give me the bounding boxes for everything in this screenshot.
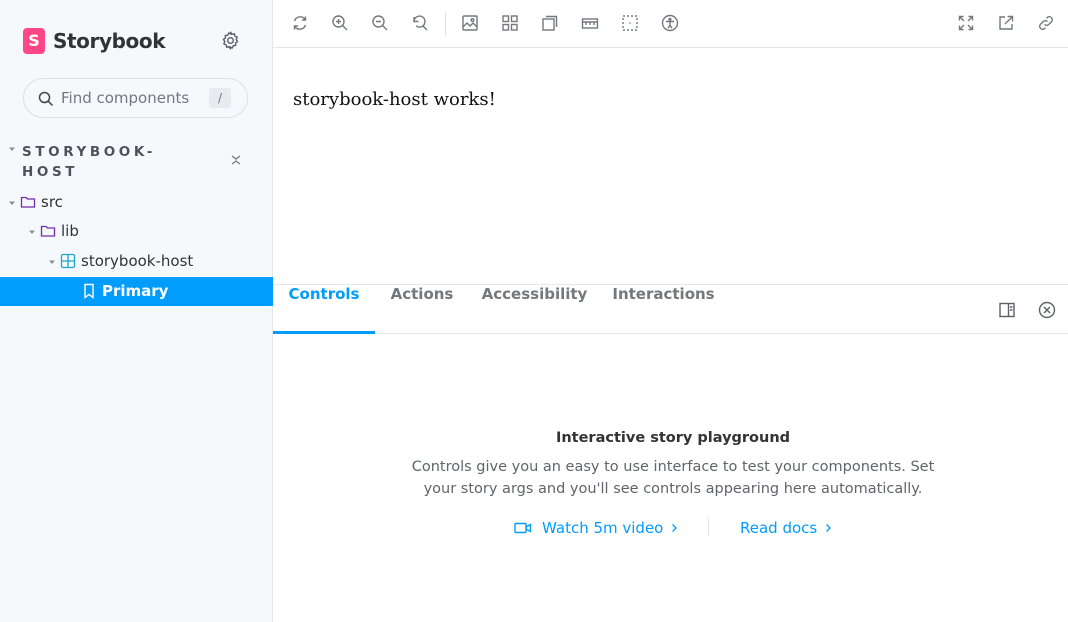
reload-icon[interactable] [289, 12, 311, 34]
tab-interactions[interactable]: Interactions [600, 285, 727, 334]
background-icon[interactable] [459, 12, 481, 34]
empty-state-description: Controls give you an easy to use interfa… [411, 459, 935, 497]
toolbar [273, 0, 1068, 48]
tree-item-label: Primary [102, 282, 169, 300]
tree-item-label: lib [61, 222, 79, 240]
empty-state-links: Watch 5m video Read docs [273, 517, 1068, 539]
storybook-logo-icon: S [23, 28, 45, 54]
tree-item-primary[interactable]: Primary [0, 277, 273, 306]
folder-icon [20, 196, 36, 208]
tree-item-label: storybook-host [81, 252, 194, 270]
sidebar: S Storybook / STORYBOOK-HOST src lib sto… [0, 0, 273, 622]
copy-link-icon[interactable] [1035, 12, 1057, 34]
zoom-out-icon[interactable] [369, 12, 391, 34]
empty-state-title: Interactive story playground [555, 430, 791, 446]
measure-icon[interactable] [579, 12, 601, 34]
section-header[interactable]: STORYBOOK-HOST [8, 142, 258, 184]
watch-video-label: Watch 5m video [542, 519, 664, 537]
chevron-right-icon [672, 524, 678, 532]
bookmark-icon [84, 283, 94, 299]
search-input[interactable] [61, 88, 211, 108]
story-preview: storybook-host works! [273, 48, 1068, 284]
watch-video-link[interactable]: Watch 5m video [514, 517, 679, 539]
zoom-in-icon[interactable] [329, 12, 351, 34]
collapse-all-icon[interactable] [230, 152, 242, 168]
search-icon [38, 91, 54, 107]
addons-panel: Controls Actions Accessibility Interacti… [273, 284, 1068, 622]
reset-zoom-icon[interactable] [409, 12, 431, 34]
panel-tabs: Controls Actions Accessibility Interacti… [273, 285, 1068, 334]
tab-actions[interactable]: Actions [375, 285, 469, 334]
tree-item-lib[interactable]: lib [0, 217, 273, 246]
component-icon [60, 253, 76, 269]
preview-content: storybook-host works! [293, 89, 496, 110]
grid-icon[interactable] [499, 12, 521, 34]
caret-down-icon [9, 201, 15, 205]
tree-item-storybook-host[interactable]: storybook-host [0, 247, 273, 276]
tab-accessibility[interactable]: Accessibility [469, 285, 600, 334]
brand-name: Storybook [53, 29, 166, 53]
viewport-icon[interactable] [539, 12, 561, 34]
search-box[interactable]: / [23, 78, 248, 118]
fullscreen-icon[interactable] [955, 12, 977, 34]
read-docs-label: Read docs [740, 519, 818, 537]
settings-gear-icon[interactable] [220, 30, 241, 51]
video-icon [514, 522, 532, 534]
read-docs-link[interactable]: Read docs [740, 517, 833, 539]
caret-down-icon [29, 230, 35, 234]
accessibility-icon[interactable] [659, 12, 681, 34]
section-title: STORYBOOK-HOST [22, 144, 156, 180]
caret-down-icon [49, 260, 55, 264]
search-shortcut-key: / [209, 88, 231, 108]
logo-letter: S [28, 31, 40, 50]
tab-controls[interactable]: Controls [273, 285, 375, 334]
close-panel-icon[interactable] [1038, 301, 1056, 319]
tree-item-src[interactable]: src [0, 188, 273, 217]
open-new-tab-icon[interactable] [995, 12, 1017, 34]
toolbar-divider [445, 12, 446, 36]
caret-down-icon [9, 147, 15, 151]
brand[interactable]: S Storybook [23, 27, 166, 55]
links-divider [708, 517, 709, 537]
panel-orientation-icon[interactable] [998, 301, 1016, 319]
tree-item-label: src [41, 193, 63, 211]
outline-icon[interactable] [619, 12, 641, 34]
chevron-right-icon [826, 524, 832, 532]
folder-icon [40, 225, 56, 237]
